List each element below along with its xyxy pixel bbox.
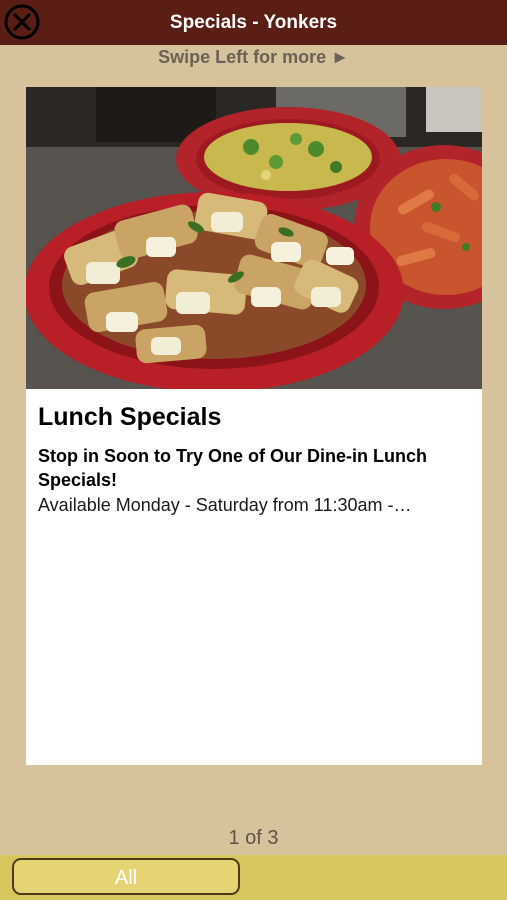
- swipe-hint: Swipe Left for more ►: [158, 47, 349, 67]
- page-indicator: 1 of 3: [228, 827, 279, 849]
- card-title: Lunch Specials: [38, 403, 222, 431]
- page-title: Specials - Yonkers: [169, 12, 338, 33]
- close-icon[interactable]: [4, 4, 40, 40]
- card-subtitle: Stop in Soon to Try One of Our Dine-in L…: [38, 446, 427, 490]
- all-button[interactable]: All: [12, 858, 240, 895]
- card-description: Available Monday - Saturday from 11:30am…: [38, 495, 412, 515]
- bottom-bar: All: [0, 855, 507, 900]
- special-card[interactable]: Lunch Specials Stop in Soon to Try One o…: [26, 87, 482, 765]
- top-bar: Specials - Yonkers: [0, 0, 507, 45]
- special-photo: [26, 87, 482, 389]
